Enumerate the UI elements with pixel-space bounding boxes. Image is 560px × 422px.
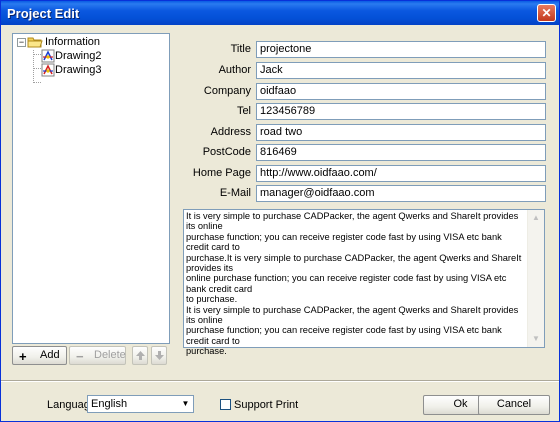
add-button[interactable]: + Add [12, 346, 67, 365]
folder-icon [27, 37, 43, 48]
project-tree[interactable]: − Information Drawing2 Drawing3 [12, 33, 170, 344]
move-down-button[interactable] [151, 346, 167, 365]
title-field[interactable]: projectone [256, 41, 546, 58]
scroll-up-icon[interactable]: ▲ [528, 210, 544, 226]
author-label: Author [218, 64, 251, 76]
ok-button-label: Ok [453, 398, 468, 410]
description-memo[interactable]: It is very simple to purchase CADPacker,… [183, 209, 545, 356]
cancel-button[interactable]: Cancel [478, 395, 550, 415]
delete-button[interactable]: − Delete [69, 346, 126, 365]
email-field[interactable]: manager@oidfaao.com [256, 185, 546, 202]
up-arrow-icon [136, 351, 145, 360]
cancel-button-label: Cancel [496, 398, 532, 410]
tree-line [33, 54, 41, 55]
add-button-label: Add [40, 349, 60, 361]
minus-icon: − [76, 349, 84, 364]
project-edit-dialog: Project Edit ✕ − Information Drawing2 Dr… [0, 0, 560, 422]
close-button[interactable]: ✕ [537, 4, 556, 22]
tree-expander-information[interactable]: − [17, 38, 26, 47]
language-value: English [91, 398, 128, 410]
tree-item-label: Drawing3 [55, 64, 102, 76]
postcode-label: PostCode [202, 146, 251, 158]
plus-icon: + [19, 349, 27, 364]
tree-line [33, 68, 41, 69]
address-field[interactable]: road two [256, 124, 546, 141]
memo-scrollbar[interactable]: ▲ ▼ [527, 210, 544, 347]
move-up-button[interactable] [132, 346, 148, 365]
author-field[interactable]: Jack [256, 62, 546, 79]
support-print-checkbox[interactable] [220, 399, 231, 410]
chevron-down-icon[interactable]: ▼ [179, 397, 192, 411]
description-text: It is very simple to purchase CADPacker,… [186, 211, 522, 357]
company-field[interactable]: oidfaao [256, 83, 546, 100]
home-page-label: Home Page [192, 167, 251, 179]
down-arrow-icon [155, 351, 164, 360]
title-label: Title [230, 43, 251, 55]
scroll-down-icon[interactable]: ▼ [528, 331, 544, 347]
footer-separator [1, 380, 559, 382]
dialog-client: − Information Drawing2 Drawing3 + Add − … [1, 25, 559, 421]
tree-item-label: Drawing2 [55, 50, 102, 62]
tel-label: Tel [236, 105, 251, 117]
delete-button-label: Delete [94, 349, 126, 361]
drawing-icon [41, 49, 55, 63]
address-label: Address [210, 126, 251, 138]
tel-field[interactable]: 123456789 [256, 103, 546, 120]
window-title: Project Edit [7, 6, 80, 21]
title-bar[interactable]: Project Edit ✕ [1, 1, 559, 25]
postcode-field[interactable]: 816469 [256, 144, 546, 161]
language-select[interactable]: English ▼ [87, 395, 194, 413]
company-label: Company [203, 85, 251, 97]
tree-line [33, 82, 41, 83]
drawing-icon [41, 63, 55, 77]
tree-item-label: Information [45, 36, 101, 48]
close-icon: ✕ [541, 6, 552, 20]
email-label: E-Mail [219, 187, 251, 199]
support-print-label: Support Print [234, 399, 299, 411]
home-page-field[interactable]: http://www.oidfaao.com/ [256, 165, 546, 182]
